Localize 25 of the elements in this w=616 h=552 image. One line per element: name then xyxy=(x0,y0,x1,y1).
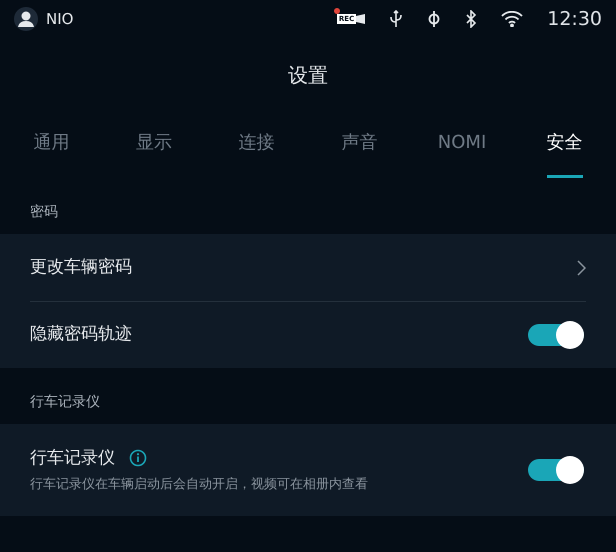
clock-time: 12:30 xyxy=(547,6,602,32)
settings-row[interactable]: 更改车辆密码 xyxy=(30,234,586,301)
settings-tab[interactable]: 通用 xyxy=(33,112,70,178)
wireless-charging-icon xyxy=(427,10,442,28)
section-label: 密码 xyxy=(30,202,58,222)
row-label: 行车记录仪 xyxy=(30,446,115,470)
user-avatar-icon[interactable] xyxy=(14,7,38,31)
section-label: 行车记录仪 xyxy=(30,392,100,412)
toggle-switch[interactable] xyxy=(528,324,584,346)
page-title: 设置 xyxy=(288,62,328,89)
settings-tab[interactable]: NOMI xyxy=(438,112,486,178)
user-name: NIO xyxy=(46,8,74,30)
toggle-switch[interactable] xyxy=(528,459,584,481)
settings-tab[interactable]: 安全 xyxy=(546,112,583,178)
chevron-right-icon xyxy=(577,260,586,276)
bluetooth-icon xyxy=(465,10,478,28)
row-label: 更改车辆密码 xyxy=(30,256,132,279)
row-description: 行车记录仪在车辆启动后会自动开启，视频可在相册内查看 xyxy=(30,476,368,494)
wifi-icon xyxy=(501,11,524,27)
usb-icon xyxy=(389,10,404,28)
settings-tab[interactable]: 显示 xyxy=(136,112,172,178)
row-label: 隐藏密码轨迹 xyxy=(30,323,132,346)
settings-tab[interactable]: 连接 xyxy=(238,112,275,178)
info-icon[interactable] xyxy=(129,449,147,468)
settings-tab[interactable]: 声音 xyxy=(341,112,378,178)
